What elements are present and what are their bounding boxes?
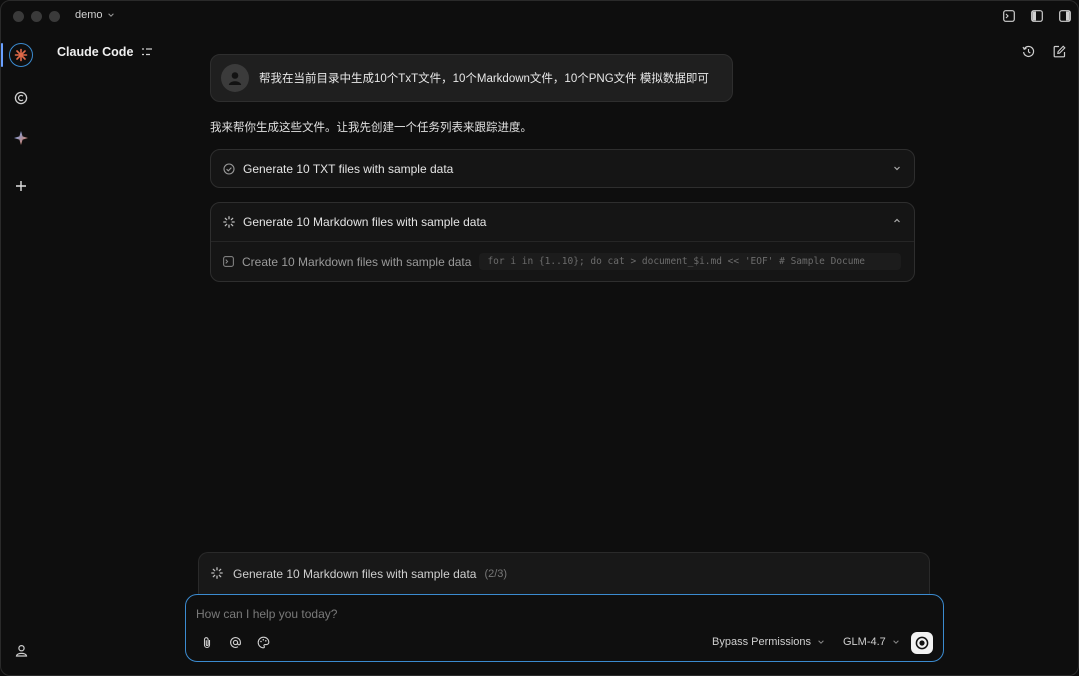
loading-spinner-icon (223, 216, 235, 228)
user-message-text: 帮我在当前目录中生成10个TxT文件，10个Markdown文件，10个PNG文… (259, 73, 709, 85)
close-window-button[interactable] (13, 11, 24, 22)
terminal-icon (223, 256, 234, 267)
toggle-sidebar-right-icon[interactable] (1058, 9, 1072, 23)
page-title: Claude Code (57, 45, 134, 59)
palette-button[interactable] (256, 635, 270, 649)
list-icon (142, 48, 152, 56)
sparkle-icon (14, 131, 28, 145)
task-card-txt[interactable]: Generate 10 TXT files with sample data (210, 149, 915, 188)
user-message-bubble: 帮我在当前目录中生成10个TxT文件，10个Markdown文件，10个PNG文… (210, 54, 733, 102)
avatar (221, 64, 249, 92)
claude-logo-icon (14, 48, 28, 62)
app-window: demo Claude Code 帮我在当前目录中生成10个TxT文件，10个M… (0, 0, 1079, 676)
chevron-up-icon[interactable] (892, 216, 902, 226)
new-session-button[interactable] (1053, 45, 1066, 63)
chevron-down-icon (107, 13, 114, 17)
assistant-message-text: 我来帮你生成这些文件。让我先创建一个任务列表来跟踪进度。 (210, 122, 532, 134)
minimize-window-button[interactable] (31, 11, 42, 22)
chevron-down-icon (818, 640, 824, 644)
permission-mode-select[interactable]: Bypass Permissions (712, 636, 825, 648)
rail-claude-code-button[interactable] (9, 43, 33, 67)
subtask-label: Create 10 Markdown files with sample dat… (242, 254, 472, 269)
window-controls (13, 11, 60, 22)
rail-active-indicator (1, 43, 3, 67)
command-preview: for i in {1..10}; do cat > document_$i.m… (479, 253, 902, 270)
rail-spark-button[interactable] (9, 126, 33, 150)
rail-add-button[interactable] (9, 174, 33, 198)
toggle-sidebar-left-icon[interactable] (1030, 9, 1044, 23)
user-avatar-icon (228, 72, 242, 85)
loading-spinner-icon (211, 567, 223, 579)
paperclip-icon (203, 636, 211, 648)
session-history-button[interactable] (1022, 45, 1035, 63)
history-clock-icon (1022, 45, 1035, 58)
edit-icon (1053, 45, 1066, 58)
model-value: GLM-4.7 (843, 636, 886, 648)
stop-button[interactable] (911, 632, 933, 654)
left-rail (1, 31, 41, 675)
task-list-toggle[interactable] (141, 45, 153, 63)
plus-icon (16, 181, 26, 191)
status-count: (2/3) (484, 568, 508, 580)
task-label: Generate 10 Markdown files with sample d… (243, 215, 487, 229)
at-sign-icon (229, 636, 241, 648)
history-icon (14, 91, 28, 105)
status-label: Generate 10 Markdown files with sample d… (233, 567, 477, 581)
attach-button[interactable] (200, 635, 214, 649)
stop-circle-icon (915, 636, 929, 650)
task-card-markdown[interactable]: Generate 10 Markdown files with sample d… (210, 202, 915, 282)
title-bar: demo (1, 1, 1078, 31)
project-name: demo (75, 9, 103, 21)
subtask-row[interactable]: Create 10 Markdown files with sample dat… (211, 241, 914, 281)
project-selector[interactable]: demo (75, 9, 115, 21)
prompt-input[interactable] (196, 605, 796, 623)
model-select[interactable]: GLM-4.7 (843, 636, 900, 648)
permission-mode-value: Bypass Permissions (712, 636, 812, 648)
rail-account-button[interactable] (9, 638, 33, 662)
mention-button[interactable] (228, 635, 242, 649)
chevron-down-icon[interactable] (892, 163, 902, 173)
check-circle-icon (223, 163, 235, 175)
chevron-down-icon (893, 640, 899, 644)
composer: Bypass Permissions GLM-4.7 (185, 594, 944, 662)
palette-icon (257, 636, 269, 648)
task-label: Generate 10 TXT files with sample data (243, 162, 454, 176)
zoom-window-button[interactable] (49, 11, 60, 22)
rail-history-button[interactable] (9, 86, 33, 110)
user-icon (15, 644, 27, 657)
terminal-icon[interactable] (1002, 9, 1016, 23)
